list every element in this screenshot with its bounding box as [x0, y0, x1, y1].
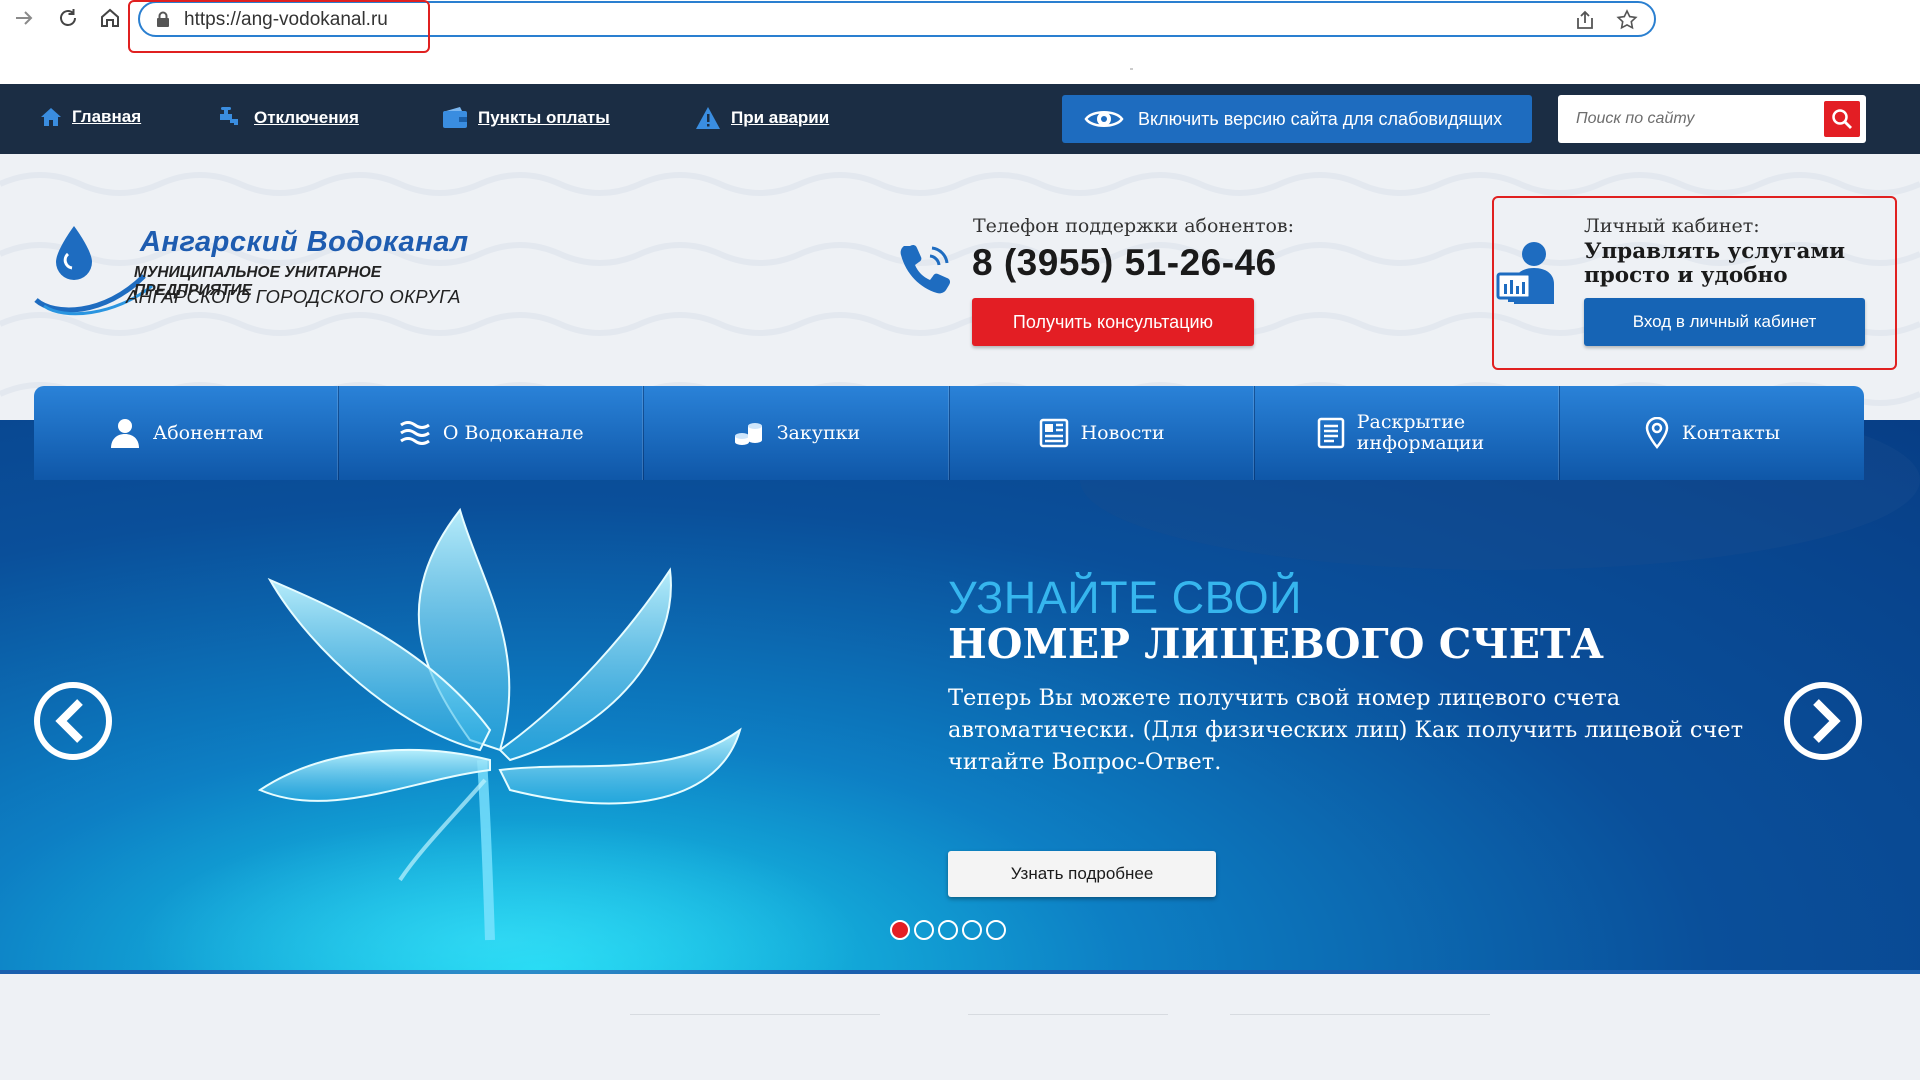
topbar-link-payment-points[interactable]: Пункты оплаты	[442, 106, 610, 130]
url-highlight-box	[128, 0, 430, 53]
slider-dot[interactable]	[986, 920, 1006, 940]
slider-next-arrow[interactable]	[1782, 680, 1864, 762]
divider	[968, 1014, 1168, 1015]
cabinet-label: Личный кабинет:	[1584, 215, 1760, 237]
share-icon[interactable]	[1574, 9, 1596, 31]
search-box	[1558, 95, 1866, 143]
newspaper-icon	[1039, 418, 1068, 448]
topbar-label: Главная	[72, 107, 142, 126]
nav-item-contacts[interactable]: Контакты	[1560, 386, 1864, 480]
user-computer-icon	[1494, 238, 1562, 308]
support-phone[interactable]: 8 (3955) 51-26-46	[972, 242, 1277, 284]
nav-label: Контакты	[1681, 422, 1781, 444]
phone-icon	[898, 240, 954, 296]
slider-prev-arrow[interactable]	[32, 680, 114, 762]
topbar-label: Пункты оплаты	[478, 108, 610, 127]
slider-dot[interactable]	[938, 920, 958, 940]
wallet-icon	[443, 107, 467, 128]
eye-icon	[1084, 111, 1124, 127]
chevron-left-icon	[34, 682, 112, 760]
consultation-button[interactable]: Получить консультацию	[972, 298, 1254, 346]
chevron-right-icon	[1784, 682, 1862, 760]
content-area	[0, 974, 1920, 1080]
nav-label: О Водоканале	[442, 422, 584, 444]
topbar-link-emergency[interactable]: При аварии	[695, 106, 829, 130]
nav-label: Раскрытие информации	[1356, 411, 1485, 454]
nav-label: Абонентам	[152, 422, 264, 444]
home-icon[interactable]	[98, 6, 122, 30]
main-navigation: Абонентам О Водоканале Закупки Новости Р…	[34, 386, 1864, 480]
search-icon	[1832, 109, 1852, 129]
logo-title: Ангарский Водоканал	[140, 226, 469, 258]
slide-text: Теперь Вы можете получить свой номер лиц…	[948, 685, 1744, 775]
slider-dots	[890, 920, 1006, 940]
nav-item-news[interactable]: Новости	[950, 386, 1255, 480]
divider	[1230, 1014, 1490, 1015]
topbar-link-outages[interactable]: Отключения	[218, 106, 359, 130]
warning-icon	[696, 107, 720, 129]
document-icon	[1317, 417, 1345, 449]
slide-title: НОМЕР ЛИЦЕВОГО СЧЕТА	[948, 620, 1604, 668]
topbar-label: Отключения	[254, 108, 359, 127]
slider-dot[interactable]	[914, 920, 934, 940]
user-icon	[110, 419, 139, 448]
topbar-link-home[interactable]: Главная	[40, 106, 141, 128]
cabinet-title: Управлять услугами просто и удобно	[1584, 239, 1846, 288]
search-input[interactable]	[1558, 95, 1820, 143]
support-label: Телефон поддержки абонентов:	[973, 215, 1295, 237]
site-logo[interactable]: Ангарский Водоканал МУНИЦИПАЛЬНОЕ УНИТАР…	[34, 218, 474, 328]
divider	[630, 1014, 880, 1015]
cabinet-login-button[interactable]: Вход в личный кабинет	[1584, 298, 1865, 346]
location-pin-icon	[1645, 417, 1669, 449]
forward-icon[interactable]	[12, 6, 36, 30]
slide-kicker: УЗНАЙТЕ СВОЙ	[948, 572, 1303, 623]
logo-subtitle-2: АНГАРСКОГО ГОРОДСКОГО ОКРУГА	[126, 286, 461, 307]
coins-icon	[734, 423, 762, 445]
water-lily-illustration	[250, 500, 750, 950]
slider-dot[interactable]	[890, 920, 910, 940]
nav-item-purchases[interactable]: Закупки	[644, 386, 950, 480]
learn-more-button[interactable]: Узнать подробнее	[948, 851, 1216, 897]
star-icon[interactable]	[1616, 9, 1638, 31]
low-vision-label: Включить версию сайта для слабовидящих	[1138, 108, 1503, 129]
faucet-icon	[220, 107, 238, 125]
home-icon	[41, 108, 61, 126]
separator	[1130, 68, 1133, 70]
reload-icon[interactable]	[56, 6, 80, 30]
nav-item-subscribers[interactable]: Абонентам	[34, 386, 340, 480]
nav-item-about[interactable]: О Водоканале	[339, 386, 645, 480]
nav-label: Закупки	[776, 422, 861, 444]
nav-label: Новости	[1080, 422, 1165, 444]
slider-dot[interactable]	[962, 920, 982, 940]
topbar-label: При аварии	[731, 108, 830, 127]
waves-icon	[400, 421, 430, 445]
low-vision-button[interactable]: Включить версию сайта для слабовидящих	[1062, 95, 1532, 143]
nav-item-disclosure[interactable]: Раскрытие информации	[1255, 386, 1560, 480]
search-button[interactable]	[1824, 101, 1860, 137]
